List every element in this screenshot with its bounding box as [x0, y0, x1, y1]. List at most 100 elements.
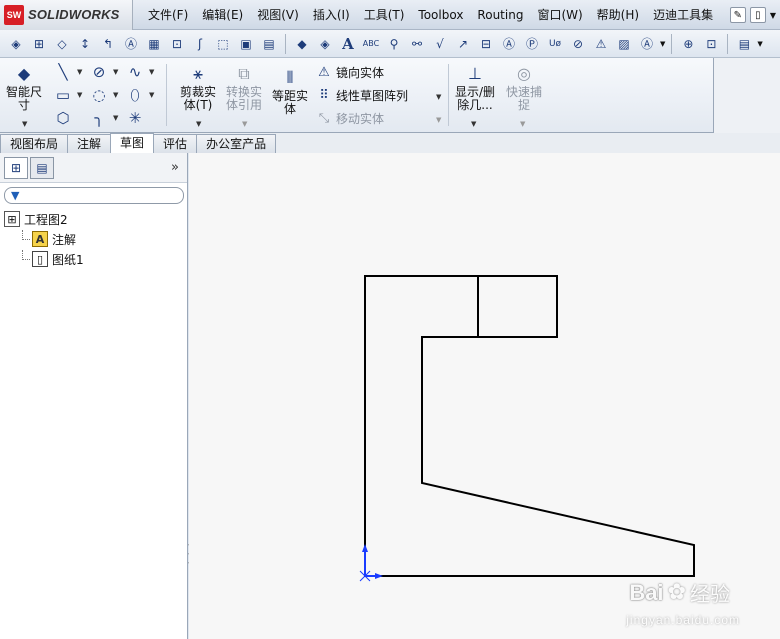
aligned-section-icon[interactable]: ↰	[98, 34, 118, 54]
weld-symbol-icon[interactable]: ↗	[453, 34, 473, 54]
broken-out-icon[interactable]: ⊡	[167, 34, 187, 54]
ellipse-icon[interactable]: ⬯	[124, 85, 146, 105]
auxiliary-view-icon[interactable]: ◇	[52, 34, 72, 54]
note-icon[interactable]: A	[338, 34, 358, 54]
menu-tools[interactable]: 工具(T)	[357, 0, 412, 30]
sketch-profile	[364, 275, 695, 577]
menu-edit[interactable]: 编辑(E)	[195, 0, 250, 30]
menu-help[interactable]: 帮助(H)	[590, 0, 646, 30]
hole-callout-icon[interactable]: ⊟	[476, 34, 496, 54]
revision-symbol-icon[interactable]: ⚠	[591, 34, 611, 54]
move-entities-button[interactable]: ⤡ 移动实体	[316, 110, 384, 127]
section-view-icon[interactable]: ↕	[75, 34, 95, 54]
chevron-down-icon[interactable]: ▼	[113, 114, 118, 122]
watermark-url: jingyan.baidu.com	[626, 613, 740, 627]
convert-entities-button[interactable]: ⧉ 转换实体引用	[222, 64, 266, 112]
block-icon[interactable]: Ⓐ	[637, 34, 657, 54]
polygon-icon[interactable]: ⬡	[52, 108, 74, 128]
chevron-down-icon[interactable]: ▼	[113, 91, 118, 99]
quick-snaps-button[interactable]: ◎ 快速捕捉	[502, 64, 546, 112]
spline-icon[interactable]: ∿	[124, 62, 146, 82]
model-view-icon[interactable]: ◈	[6, 34, 26, 54]
tab-view-layout[interactable]: 视图布局	[0, 134, 69, 153]
pin-icon[interactable]: ✎	[729, 7, 746, 23]
chevron-down-icon[interactable]: ▼	[520, 120, 525, 128]
break-icon[interactable]: ʃ	[190, 34, 210, 54]
tree-item-drawing[interactable]: ⊞ 工程图2	[4, 209, 184, 229]
line-icon[interactable]: ╲	[52, 62, 74, 82]
chevron-down-icon[interactable]: ▼	[22, 120, 27, 128]
datum-feature-icon[interactable]: Ⓐ	[499, 34, 519, 54]
detail-view-icon[interactable]: Ⓐ	[121, 34, 141, 54]
alternate-position-icon[interactable]: ▣	[236, 34, 256, 54]
model-items-icon[interactable]: ◈	[315, 34, 335, 54]
offset-entities-button[interactable]: ⫴ 等距实体	[268, 68, 312, 116]
circle-icon[interactable]: ⊘	[88, 62, 110, 82]
linear-pattern-button[interactable]: ⠿ 线性草图阵列	[316, 87, 408, 104]
datum-target-icon[interactable]: Ⓟ	[522, 34, 542, 54]
tree-item-annotations[interactable]: A 注解	[4, 229, 184, 249]
chevron-down-icon[interactable]: ▼	[436, 93, 441, 101]
menu-file[interactable]: 文件(F)	[141, 0, 195, 30]
tree-item-label: 工程图2	[24, 212, 68, 227]
menu-window[interactable]: 窗口(W)	[530, 0, 589, 30]
chevron-down-icon[interactable]: ▼	[242, 120, 247, 128]
standard-views-icon[interactable]: ▦	[144, 34, 164, 54]
tab-annotation[interactable]: 注解	[67, 134, 112, 153]
chevron-down-icon[interactable]: ▼	[113, 68, 118, 76]
feature-tree-tab-icon[interactable]: ⊞	[4, 156, 28, 179]
chevron-down-icon[interactable]: ▼	[196, 120, 201, 128]
mirror-entities-button[interactable]: ⚠ 镜向实体	[316, 64, 384, 81]
menu-toolbox[interactable]: Toolbox	[411, 0, 470, 30]
arc-icon[interactable]: ◌	[88, 85, 110, 105]
smart-dimension-icon: ◆	[17, 64, 31, 83]
tree-filter-input[interactable]: ▼	[4, 187, 184, 204]
auto-balloon-icon[interactable]: ⚯	[407, 34, 427, 54]
surface-finish-icon[interactable]: √	[430, 34, 450, 54]
crop-view-icon[interactable]: ⬚	[213, 34, 233, 54]
cosmetic-thread-icon[interactable]: ⊘	[568, 34, 588, 54]
menu-view[interactable]: 视图(V)	[250, 0, 306, 30]
smart-dimension-icon[interactable]: ◆	[292, 34, 312, 54]
spell-check-icon[interactable]: ABC	[361, 34, 381, 54]
tab-office-products[interactable]: 办公室产品	[196, 134, 277, 153]
empty-view-icon[interactable]: ▤	[259, 34, 279, 54]
toolbar-divider	[671, 33, 673, 54]
chevron-down-icon[interactable]: ▼	[757, 40, 762, 48]
graphics-area[interactable]: Bai ✿ 经验 jingyan.baidu.com	[189, 153, 780, 639]
rectangle-icon[interactable]: ▭	[52, 85, 74, 105]
geometric-tolerance-icon[interactable]: Uø	[545, 34, 565, 54]
area-hatch-icon[interactable]: ▨	[614, 34, 634, 54]
chevron-down-icon[interactable]: ▼	[77, 91, 82, 99]
menu-routing[interactable]: Routing	[470, 0, 530, 30]
quick-snaps-icon: ◎	[517, 64, 531, 83]
chevron-down-icon[interactable]: ▼	[770, 11, 776, 20]
chevron-down-icon[interactable]: ▼	[77, 68, 82, 76]
convert-entities-icon: ⧉	[238, 64, 250, 83]
baidu-watermark: Bai ✿ 经验	[629, 578, 730, 607]
display-delete-relations-button[interactable]: ⊥ 显示/删除几...	[452, 64, 498, 112]
chevron-down-icon[interactable]: ▼	[436, 116, 441, 124]
menu-maidi-tools[interactable]: 迈迪工具集	[646, 0, 720, 30]
sketch-drawing[interactable]	[189, 153, 780, 639]
projected-view-icon[interactable]: ⊞	[29, 34, 49, 54]
center-mark-icon[interactable]: ⊕	[678, 34, 698, 54]
trim-entities-button[interactable]: ⚹ 剪裁实体(T)	[176, 64, 220, 112]
new-document-icon[interactable]: ▯	[749, 7, 766, 23]
table-icon[interactable]: ▤	[734, 34, 754, 54]
balloon-icon[interactable]: ⚲	[384, 34, 404, 54]
smart-dimension-button[interactable]: ◆ 智能尺寸	[4, 64, 44, 112]
tab-sketch[interactable]: 草图	[110, 133, 155, 153]
tab-evaluate[interactable]: 评估	[153, 134, 198, 153]
expand-panel-icon[interactable]: »	[171, 160, 179, 175]
menu-insert[interactable]: 插入(I)	[306, 0, 357, 30]
chevron-down-icon[interactable]: ▼	[660, 40, 665, 48]
fillet-icon[interactable]: ╮	[88, 108, 110, 128]
chevron-down-icon[interactable]: ▼	[149, 68, 154, 76]
point-icon[interactable]: ✳	[124, 108, 146, 128]
property-manager-tab-icon[interactable]: ▤	[30, 156, 54, 179]
tree-item-sheet[interactable]: ▯ 图纸1	[4, 249, 184, 269]
chevron-down-icon[interactable]: ▼	[471, 120, 476, 128]
centerline-icon[interactable]: ⊡	[701, 34, 721, 54]
chevron-down-icon[interactable]: ▼	[149, 91, 154, 99]
